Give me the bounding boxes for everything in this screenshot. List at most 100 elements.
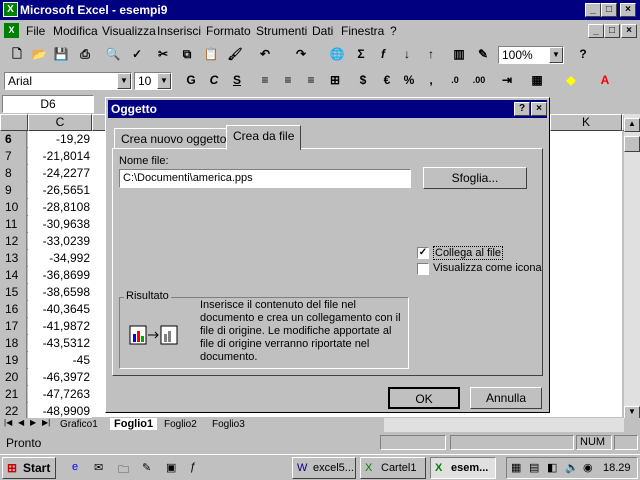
row-header[interactable]: 16 [0,301,27,318]
row-header[interactable]: 18 [0,335,27,352]
help-icon[interactable]: ? [572,44,594,66]
dialog-help-button[interactable]: ? [514,102,530,116]
cell-value[interactable]: -34,992 [28,250,92,267]
close-button[interactable]: × [620,3,636,17]
tab-scroll-first-icon[interactable]: |◀ [4,418,12,427]
redo-icon[interactable]: ↷ [290,44,312,66]
menu-dati[interactable]: Dati [312,24,333,38]
align-left-icon[interactable]: ≡ [254,70,276,92]
scroll-up-icon[interactable]: ▲ [624,118,640,132]
task-esempi[interactable]: X esem... [430,457,496,479]
doc-close-button[interactable]: × [621,24,637,38]
sheet-tab-foglio1[interactable]: Foglio1 [110,418,158,430]
font-color-icon[interactable]: A [594,70,616,92]
row-header[interactable]: 21 [0,386,27,403]
tray-icon-1[interactable]: ▦ [511,461,521,474]
outlook-icon[interactable]: ✉ [94,461,103,474]
align-right-icon[interactable]: ≡ [300,70,322,92]
sort-asc-icon[interactable]: ↓ [396,44,418,66]
increase-decimal-icon[interactable]: .0 [444,70,466,92]
minimize-button[interactable]: _ [585,3,601,17]
browse-button[interactable]: Sfoglia... [423,167,527,189]
sort-desc-icon[interactable]: ↑ [420,44,442,66]
doc-minimize-button[interactable]: _ [588,24,604,38]
cell-value[interactable]: -26,5651 [28,182,92,199]
chevron-down-icon[interactable]: ▼ [117,73,131,89]
cell-value[interactable]: -21,8014 [28,148,92,165]
display-icon-checkbox[interactable] [417,263,429,275]
cell-value[interactable]: -41,9872 [28,318,92,335]
ok-button[interactable]: OK [388,387,460,409]
tab-scroll-next-icon[interactable]: ▶ [30,418,36,427]
cell-value[interactable]: -45 [28,352,92,369]
tray-icon-2[interactable]: ▤ [529,461,539,474]
menu-formato[interactable]: Formato [206,24,251,38]
quick-launch-icon[interactable]: ƒ [190,461,196,473]
row-header[interactable]: 8 [0,165,27,182]
new-icon[interactable]: 🗋 [6,44,28,66]
explorer-icon[interactable]: 🗀 [118,461,129,480]
font-combo[interactable]: Arial ▼ [4,72,132,90]
cell-value[interactable]: -43,5312 [28,335,92,352]
copy-icon[interactable]: ⧉ [176,44,198,66]
borders-icon[interactable]: ▦ [526,70,548,92]
column-header-k[interactable]: K [550,114,622,131]
undo-icon[interactable]: ↶ [254,44,276,66]
paste-icon[interactable]: 📋 [200,44,222,66]
function-icon[interactable]: f [372,44,394,66]
row-header[interactable]: 13 [0,250,27,267]
chevron-down-icon[interactable]: ▼ [157,73,171,89]
menu-file[interactable]: File [26,24,45,38]
select-all-corner[interactable] [0,114,28,131]
percent-button[interactable]: % [398,70,420,92]
desktop-icon[interactable]: ▣ [166,461,176,474]
chevron-down-icon[interactable]: ▼ [549,47,563,63]
row-header[interactable]: 10 [0,199,27,216]
row-header[interactable]: 15 [0,284,27,301]
autosum-icon[interactable]: Σ [350,44,372,66]
format-painter-icon[interactable]: 🖌 [224,44,246,66]
dialog-close-button[interactable]: × [531,102,547,116]
row-header[interactable]: 7 [0,148,27,165]
start-button[interactable]: ⊞ Start [2,457,56,479]
task-cartel1[interactable]: X Cartel1 [360,457,426,479]
chart-wizard-icon[interactable]: ▥ [448,44,470,66]
italic-button[interactable]: C [203,70,225,92]
cut-icon[interactable]: ✂ [152,44,174,66]
ie-icon[interactable]: e [72,461,78,473]
font-size-combo[interactable]: 10 ▼ [134,72,172,90]
cell-value[interactable]: -40,3645 [28,301,92,318]
tray-icon-3[interactable]: ◧ [547,461,557,474]
cell-value[interactable]: -19,29 [28,131,92,148]
spelling-icon[interactable]: ✓ [126,44,148,66]
tab-scroll-last-icon[interactable]: ▶| [42,418,50,427]
euro-button[interactable]: € [376,70,398,92]
row-header[interactable]: 6 [0,131,27,148]
maximize-button[interactable]: □ [601,3,617,17]
cell-value[interactable]: -33,0239 [28,233,92,250]
decrease-decimal-icon[interactable]: .00 [468,70,490,92]
doc-restore-button[interactable]: □ [604,24,620,38]
cancel-button[interactable]: Annulla [470,387,542,409]
zoom-combo[interactable]: 100% ▼ [498,46,564,64]
channels-icon[interactable]: ✎ [142,461,151,474]
link-checkbox[interactable]: ✓ [417,247,429,259]
currency-icon[interactable]: $ [352,70,374,92]
tab-crea-da-file[interactable]: Crea da file [226,125,302,150]
menu-strumenti[interactable]: Strumenti [256,24,307,38]
indent-icon[interactable]: ⇥ [496,70,518,92]
row-header[interactable]: 19 [0,352,27,369]
horizontal-scrollbar[interactable] [384,418,624,432]
vertical-scrollbar[interactable]: ▲ ▼ [624,114,640,420]
cell-value[interactable]: -30,9638 [28,216,92,233]
print-preview-icon[interactable]: 🔍 [102,44,124,66]
filename-input[interactable]: C:\Documenti\america.pps [119,169,411,188]
sheet-tab-foglio3[interactable]: Foglio3 [212,419,245,430]
menu-inserisci[interactable]: Inserisci [157,24,201,38]
bold-button[interactable]: G [180,70,202,92]
row-header[interactable]: 12 [0,233,27,250]
cell-value[interactable]: -38,6598 [28,284,92,301]
row-header[interactable]: 9 [0,182,27,199]
row-header[interactable]: 20 [0,369,27,386]
print-icon[interactable]: ⎙ [74,44,96,66]
